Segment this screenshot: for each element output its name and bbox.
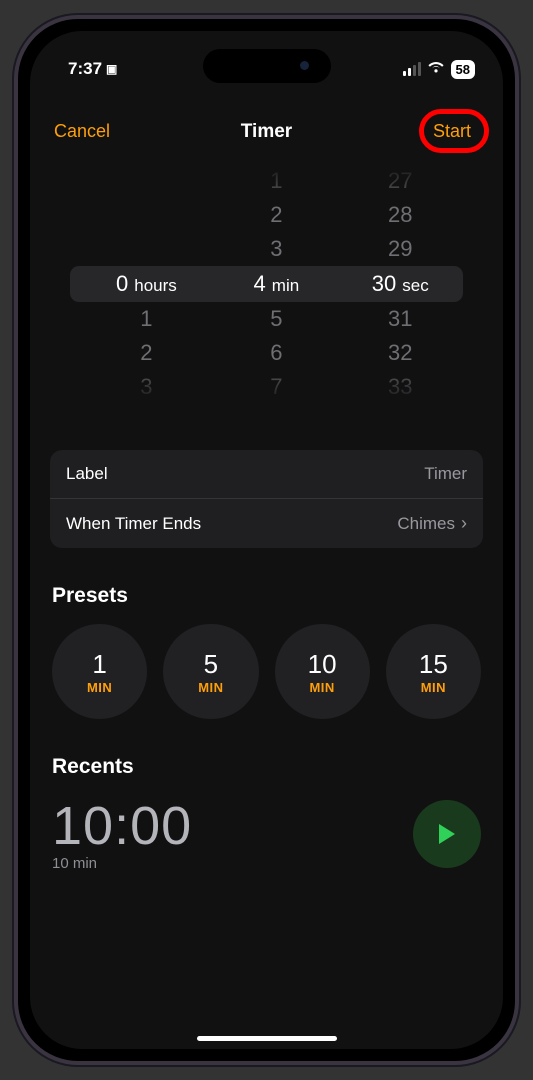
recent-sub: 10 min: [52, 855, 192, 872]
modal-header: Cancel Timer Start: [30, 89, 503, 160]
low-power-icon: ▣: [106, 62, 117, 76]
play-button[interactable]: [413, 800, 481, 868]
recents-list: 10:00 10 min: [30, 795, 503, 872]
play-icon: [436, 822, 458, 846]
settings-list: Label Timer When Timer Ends Chimes ›: [50, 450, 483, 548]
status-time: 7:37: [68, 59, 102, 79]
time-picker[interactable]: - 1 2 3 1 2 3 - 5 6 7 27 28 29: [30, 164, 503, 404]
label-key: Label: [66, 464, 108, 484]
seconds-unit: sec: [402, 276, 428, 296]
presets-row: 1 MIN 5 MIN 10 MIN 15 MIN: [30, 624, 503, 719]
dynamic-island: [203, 49, 331, 83]
ends-value: Chimes: [397, 514, 455, 534]
preset-button[interactable]: 1 MIN: [52, 624, 147, 719]
recent-time: 10:00: [52, 795, 192, 857]
presets-title: Presets: [52, 584, 481, 608]
screen: 7:37 ▣ 58 Cancel Timer Start: [30, 31, 503, 1049]
minutes-unit: min: [272, 276, 299, 296]
cancel-button[interactable]: Cancel: [54, 121, 110, 142]
seconds-value: 30: [364, 271, 396, 297]
chevron-right-icon: ›: [461, 513, 467, 534]
cell-signal-icon: [403, 62, 421, 76]
battery-icon: 58: [451, 60, 475, 79]
preset-button[interactable]: 10 MIN: [275, 624, 370, 719]
hours-unit: hours: [134, 276, 177, 296]
home-indicator[interactable]: [197, 1036, 337, 1041]
preset-button[interactable]: 15 MIN: [386, 624, 481, 719]
label-row[interactable]: Label Timer: [50, 450, 483, 498]
page-title: Timer: [241, 121, 292, 143]
when-timer-ends-row[interactable]: When Timer Ends Chimes ›: [50, 498, 483, 548]
start-button[interactable]: Start: [425, 117, 479, 146]
label-value: Timer: [424, 464, 467, 484]
ends-key: When Timer Ends: [66, 514, 201, 534]
preset-button[interactable]: 5 MIN: [163, 624, 258, 719]
minutes-value: 4: [234, 271, 266, 297]
wifi-icon: [427, 60, 445, 78]
recents-title: Recents: [52, 755, 481, 779]
picker-selection-band: 0 hours 4 min 30 sec: [70, 266, 463, 302]
recent-item[interactable]: 10:00 10 min: [52, 795, 481, 872]
phone-frame: 7:37 ▣ 58 Cancel Timer Start: [14, 15, 519, 1065]
hours-value: 0: [96, 271, 128, 297]
